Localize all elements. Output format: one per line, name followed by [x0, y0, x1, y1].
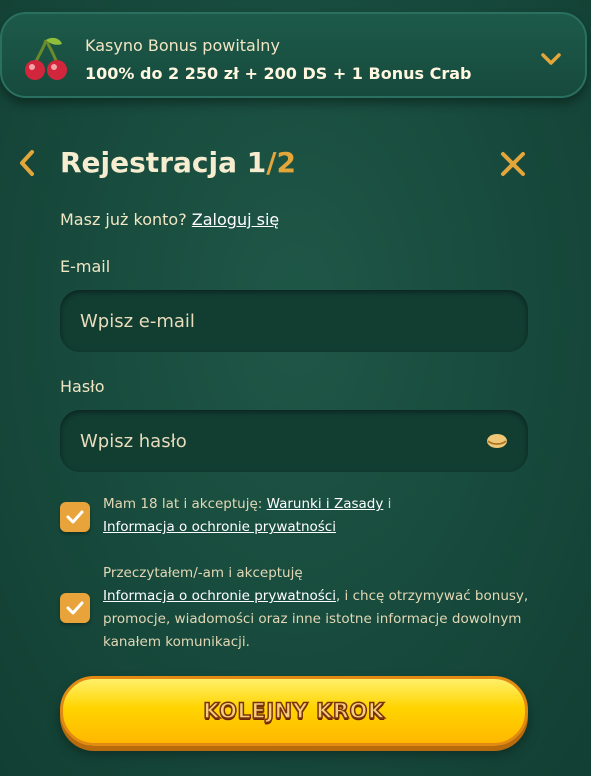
- age-and: i: [383, 496, 392, 512]
- eye-icon[interactable]: [486, 430, 508, 452]
- login-prompt-text: Masz już konto?: [60, 210, 187, 229]
- terms-link[interactable]: Warunki i Zasady: [267, 496, 384, 512]
- marketing-text: Przeczytałem/-am i akceptuję Informacja …: [103, 562, 528, 654]
- age-terms-checkbox[interactable]: [60, 502, 90, 532]
- age-terms-text: Mam 18 lat i akceptuję: Warunki i Zasady…: [103, 493, 391, 539]
- welcome-bonus-banner[interactable]: Kasyno Bonus powitalny 100% do 2 250 zł …: [0, 12, 587, 98]
- step-total: /2: [266, 146, 296, 179]
- age-text: Mam 18 lat i akceptuję:: [103, 496, 267, 512]
- back-arrow-icon[interactable]: [14, 146, 40, 180]
- privacy-link[interactable]: Informacja o ochronie prywatności: [103, 519, 336, 535]
- email-label: E-mail: [60, 257, 111, 276]
- checkmark-icon: [66, 510, 84, 524]
- email-placeholder: Wpisz e-mail: [80, 310, 195, 332]
- marketing-privacy-link[interactable]: Informacja o ochronie prywatności: [103, 588, 336, 604]
- bonus-title: Kasyno Bonus powitalny: [85, 36, 280, 55]
- password-field[interactable]: Wpisz hasło: [60, 410, 528, 472]
- marketing-line2-rest: , i chcę otrzymywać bonusy,: [335, 588, 529, 604]
- checkmark-icon: [66, 601, 84, 615]
- password-label: Hasło: [60, 377, 105, 396]
- bonus-description: 100% do 2 250 zł + 200 DS + 1 Bonus Crab: [85, 64, 472, 83]
- marketing-line3: promocje, wiadomości oraz inne istotne i…: [103, 611, 522, 627]
- email-field[interactable]: Wpisz e-mail: [60, 290, 528, 352]
- cherry-icon: [25, 37, 67, 80]
- login-link[interactable]: Zaloguj się: [192, 210, 279, 229]
- close-icon[interactable]: [499, 150, 527, 178]
- password-placeholder: Wpisz hasło: [80, 430, 187, 452]
- chevron-down-icon[interactable]: [539, 50, 563, 68]
- login-prompt: Masz już konto? Zaloguj się: [60, 210, 279, 229]
- page-title: Rejestracja 1/2: [60, 146, 296, 179]
- marketing-checkbox[interactable]: [60, 593, 90, 623]
- marketing-line1: Przeczytałem/-am i akceptuję: [103, 565, 303, 581]
- marketing-line4: kanałem komunikacji.: [103, 634, 250, 650]
- next-step-button[interactable]: KOLEJNY KROK: [60, 676, 528, 746]
- title-prefix: Rejestracja: [60, 146, 247, 179]
- step-current: 1: [246, 146, 267, 179]
